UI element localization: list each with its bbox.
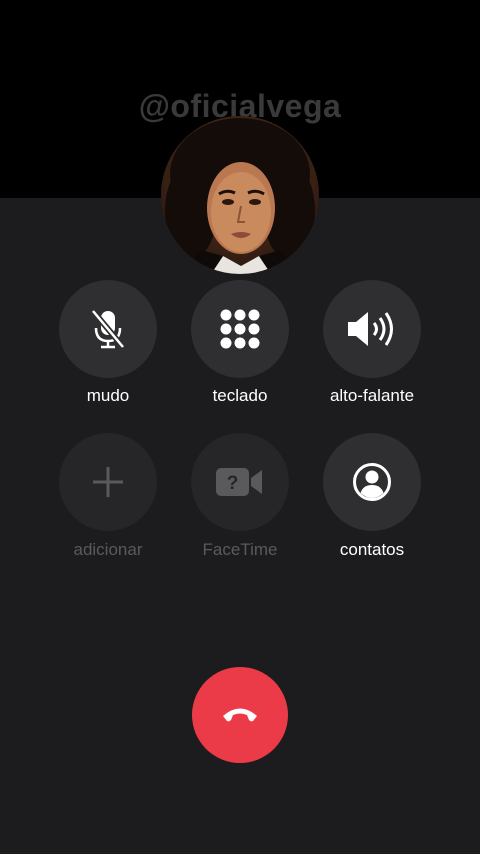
phone-hangup-icon: [220, 703, 260, 728]
contacts-label: contatos: [339, 540, 405, 559]
facetime-icon: ?: [216, 466, 264, 498]
facetime-button[interactable]: ?: [191, 433, 289, 531]
avatar-photo: [161, 116, 319, 274]
speaker-label: alto-falante: [329, 386, 415, 405]
add-call-button[interactable]: [59, 433, 157, 531]
end-call-button[interactable]: [192, 667, 288, 763]
plus-icon: [91, 465, 125, 499]
speaker-icon: [346, 309, 398, 349]
svg-text:?: ?: [227, 473, 239, 494]
contact-avatar: [161, 116, 319, 274]
speaker-button[interactable]: [323, 280, 421, 378]
mute-icon: [88, 307, 128, 351]
keypad-icon: [219, 308, 261, 350]
contacts-button[interactable]: [323, 433, 421, 531]
keypad-button[interactable]: [191, 280, 289, 378]
mute-button[interactable]: [59, 280, 157, 378]
contacts-icon: [352, 462, 392, 502]
